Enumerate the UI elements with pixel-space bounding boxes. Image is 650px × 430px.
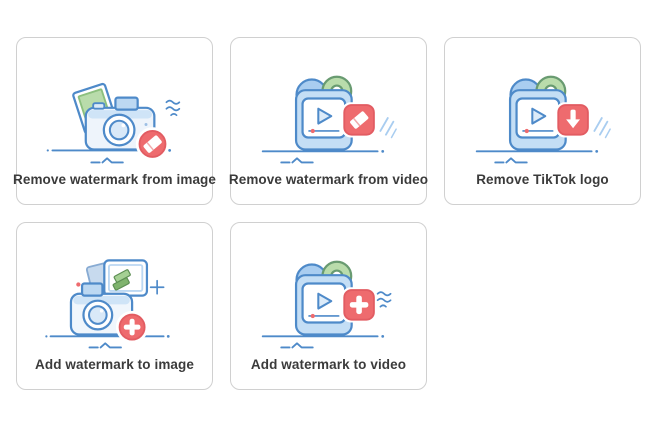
card-label: Remove watermark from video bbox=[229, 172, 428, 187]
card-label: Add watermark to image bbox=[35, 357, 194, 372]
video-plus-illustration-svg bbox=[259, 251, 398, 355]
video-eraser-illustration-svg bbox=[259, 66, 398, 170]
card-remove-tiktok-logo[interactable]: Remove TikTok logo bbox=[444, 37, 641, 205]
card-label: Remove TikTok logo bbox=[476, 172, 609, 187]
video-plus-illustration bbox=[259, 251, 398, 355]
photo-frame-icon bbox=[104, 260, 147, 295]
camera-eraser-illustration bbox=[45, 66, 184, 170]
card-label: Add watermark to video bbox=[251, 357, 406, 372]
download-icon bbox=[558, 105, 588, 135]
camera-plus-illustration-svg bbox=[45, 251, 184, 355]
camera-plus-illustration bbox=[45, 251, 184, 355]
card-remove-watermark-from-image[interactable]: Remove watermark from image bbox=[16, 37, 213, 205]
plus-icon bbox=[344, 290, 374, 320]
card-label: Remove watermark from image bbox=[13, 172, 216, 187]
tools-grid: Remove watermark from image bbox=[0, 0, 650, 390]
video-eraser-illustration bbox=[259, 66, 398, 170]
video-download-illustration bbox=[473, 66, 612, 170]
camera-eraser-illustration-svg bbox=[45, 66, 184, 170]
plus-icon bbox=[120, 315, 145, 340]
card-add-watermark-to-video[interactable]: Add watermark to video bbox=[230, 222, 427, 390]
card-remove-watermark-from-video[interactable]: Remove watermark from video bbox=[230, 37, 427, 205]
card-add-watermark-to-image[interactable]: Add watermark to image bbox=[16, 222, 213, 390]
eraser-icon bbox=[344, 105, 374, 135]
eraser-icon bbox=[140, 131, 166, 157]
video-download-illustration-svg bbox=[473, 66, 612, 170]
